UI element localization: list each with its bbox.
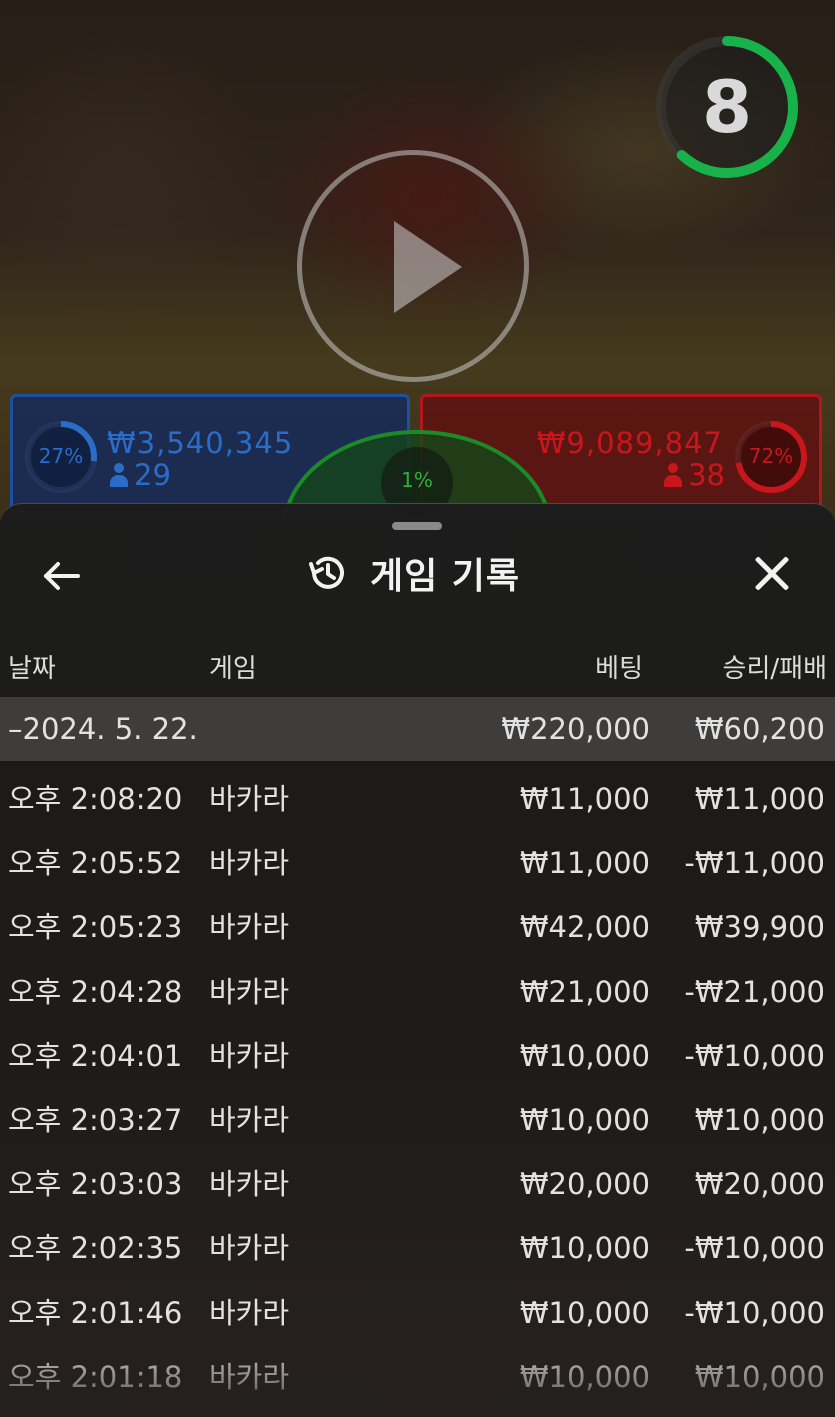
- table-row[interactable]: 오후 2:02:35 바카라 ₩10,000 -₩10,000: [0, 1216, 835, 1280]
- row-bet: ₩10,000: [519, 1038, 650, 1073]
- row-result: ₩10,000: [694, 1103, 825, 1137]
- table-row[interactable]: 오후 2:05:52 바카라 ₩11,000 -₩11,000: [0, 831, 835, 895]
- row-time: 오후 2:01:46: [8, 1295, 183, 1330]
- row-result: ₩11,000: [694, 782, 825, 816]
- date-group-bet-total: ₩220,000: [501, 712, 650, 746]
- row-game: 바카라: [209, 1231, 290, 1266]
- sheet-drag-handle[interactable]: [392, 522, 442, 530]
- live-video[interactable]: 8 27% ₩3,540,345 29 72% ₩9,089,847 38 1%: [0, 0, 835, 520]
- row-result: -₩21,000: [684, 974, 825, 1009]
- table-row[interactable]: 오후 2:08:20 바카라 ₩11,000 ₩11,000: [0, 767, 835, 831]
- page-title: 게임 기록: [370, 556, 521, 597]
- date-group-date: –2024. 5. 22.: [8, 712, 198, 746]
- row-game: 바카라: [209, 1167, 290, 1202]
- row-game: 바카라: [209, 1103, 290, 1137]
- sheet-header: 게임 기록: [306, 548, 520, 598]
- date-group-row[interactable]: –2024. 5. 22. ₩220,000 ₩60,200: [0, 697, 835, 761]
- row-result: -₩10,000: [684, 1231, 825, 1266]
- row-bet: ₩11,000: [519, 846, 650, 881]
- row-time: 오후 2:01:18: [8, 1359, 183, 1394]
- row-time: 오후 2:03:03: [8, 1167, 183, 1202]
- column-header-win-loss[interactable]: 승리/패배: [723, 648, 827, 685]
- row-time: 오후 2:05:52: [8, 846, 183, 881]
- date-group-win-total: ₩60,200: [694, 712, 825, 746]
- person-icon: [110, 463, 128, 487]
- row-time: 오후 2:03:27: [8, 1103, 183, 1137]
- row-bet: ₩21,000: [519, 974, 650, 1009]
- player-amount: ₩3,540,345: [107, 426, 294, 460]
- row-time: 오후 2:02:35: [8, 1231, 183, 1266]
- row-game: 바카라: [209, 1295, 290, 1330]
- history-icon: [309, 556, 344, 589]
- table-row[interactable]: 오후 2:03:03 바카라 ₩20,000 ₩20,000: [0, 1152, 835, 1216]
- banker-amount: ₩9,089,847: [536, 426, 723, 460]
- row-game: 바카라: [209, 782, 290, 816]
- row-bet: ₩10,000: [519, 1103, 650, 1137]
- table-row[interactable]: 오후 2:01:18 바카라 ₩10,000 ₩10,000: [0, 1345, 835, 1409]
- game-history-sheet: 게임 기록 날짜 게임 베팅 승리/패배 –2024. 5. 22. ₩220,…: [0, 503, 835, 1417]
- close-icon[interactable]: [752, 554, 792, 594]
- arrow-left-icon[interactable]: [40, 554, 84, 598]
- player-count-value: 29: [134, 458, 171, 492]
- table-row[interactable]: 오후 2:01:46 바카라 ₩10,000 -₩10,000: [0, 1281, 835, 1345]
- countdown-timer: 8: [651, 31, 803, 183]
- table-row[interactable]: 오후 2:05:23 바카라 ₩42,000 ₩39,900: [0, 895, 835, 959]
- tie-percent: 1%: [401, 468, 433, 492]
- row-time: 오후 2:04:01: [8, 1038, 183, 1073]
- row-bet: ₩10,000: [519, 1231, 650, 1266]
- banker-count: 38: [664, 458, 725, 492]
- row-game: 바카라: [209, 910, 290, 945]
- player-percent: 27%: [38, 444, 84, 468]
- column-header-game[interactable]: 게임: [209, 648, 257, 685]
- row-bet: ₩10,000: [519, 1359, 650, 1394]
- column-header-date[interactable]: 날짜: [8, 648, 56, 685]
- timer-value: 8: [701, 65, 753, 149]
- table-row[interactable]: 오후 2:03:27 바카라 ₩10,000 ₩10,000: [0, 1088, 835, 1152]
- row-time: 오후 2:08:20: [8, 782, 183, 816]
- banker-percent: 72%: [748, 444, 794, 468]
- row-result: ₩20,000: [694, 1167, 825, 1202]
- row-bet: ₩11,000: [519, 782, 650, 816]
- table-row[interactable]: 오후 2:04:01 바카라 ₩10,000 -₩10,000: [0, 1024, 835, 1088]
- row-time: 오후 2:05:23: [8, 910, 183, 945]
- table-row[interactable]: 오후 2:04:28 바카라 ₩21,000 -₩21,000: [0, 960, 835, 1024]
- column-header-bet[interactable]: 베팅: [595, 648, 643, 685]
- play-icon: [394, 221, 462, 313]
- row-bet: ₩10,000: [519, 1295, 650, 1330]
- row-result: -₩11,000: [684, 846, 825, 881]
- banker-count-value: 38: [688, 458, 725, 492]
- row-result: -₩10,000: [684, 1295, 825, 1330]
- row-result: ₩10,000: [694, 1359, 825, 1394]
- row-game: 바카라: [209, 846, 290, 881]
- person-icon: [664, 463, 683, 487]
- row-result: -₩10,000: [684, 1038, 825, 1073]
- player-count: 29: [110, 458, 171, 492]
- row-result: ₩39,900: [694, 910, 825, 945]
- row-bet: ₩42,000: [519, 910, 650, 945]
- row-bet: ₩20,000: [519, 1167, 650, 1202]
- play-button[interactable]: [297, 150, 529, 382]
- row-game: 바카라: [209, 1038, 290, 1073]
- row-game: 바카라: [209, 1359, 290, 1394]
- row-time: 오후 2:04:28: [8, 974, 183, 1009]
- row-game: 바카라: [209, 974, 290, 1009]
